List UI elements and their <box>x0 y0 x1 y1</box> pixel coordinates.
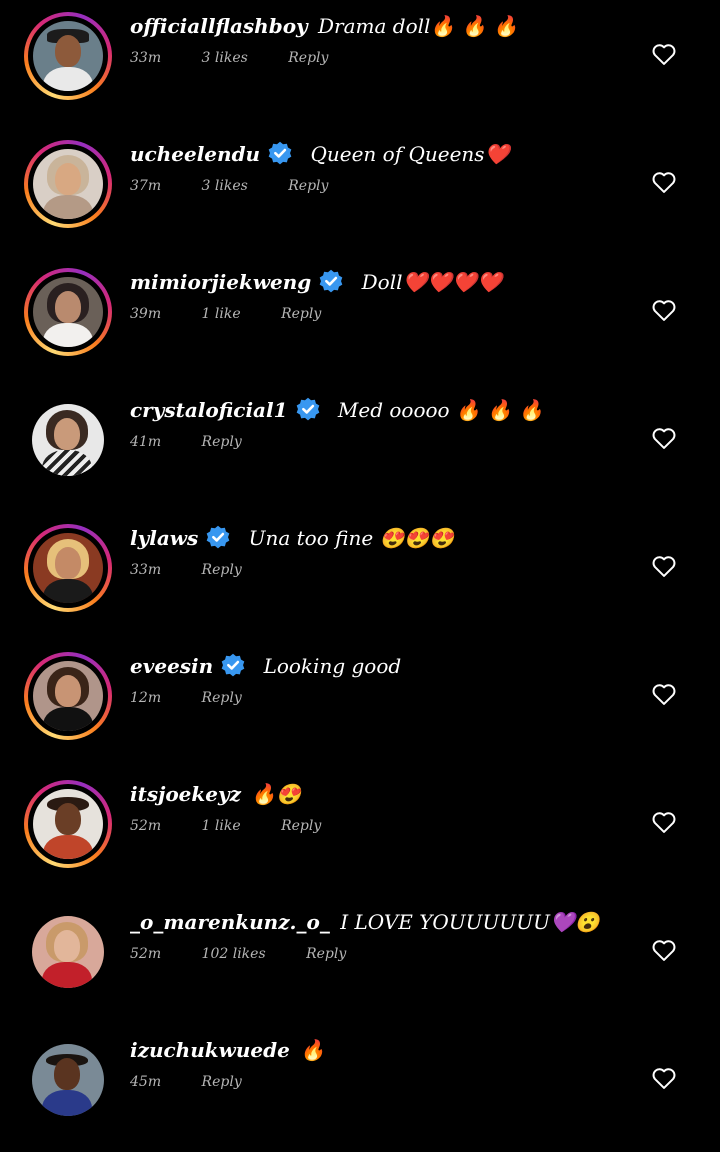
username[interactable]: lylaws <box>130 526 198 550</box>
comment-text: 🔥😍 <box>251 782 302 806</box>
avatar[interactable] <box>24 12 112 100</box>
comment-time: 52m <box>130 818 162 834</box>
comment-item: izuchukwuede 🔥 45m Reply <box>0 1024 720 1152</box>
avatar-woman-red-icon <box>32 916 104 988</box>
comment-time: 37m <box>130 178 162 194</box>
comment-item: officiallflashboy Drama doll🔥 🔥 🔥 33m 3 … <box>0 0 720 128</box>
verified-badge-icon <box>221 653 245 676</box>
comment-time: 45m <box>130 1074 162 1090</box>
comment-time: 41m <box>130 434 162 450</box>
comment-item: lylaws Una too fine 😍😍😍 33m Reply <box>0 512 720 640</box>
avatar[interactable] <box>24 652 112 740</box>
comment-text: Drama doll🔥 🔥 🔥 <box>318 14 518 38</box>
verified-badge-icon <box>296 397 319 420</box>
comment-time: 39m <box>130 306 162 322</box>
comment-item: itsjoekeyz 🔥😍 52m 1 like Reply <box>0 768 720 896</box>
comment-text: Med ooooo 🔥 🔥 🔥 <box>337 398 544 422</box>
username[interactable]: mimiorjiekweng <box>130 270 311 294</box>
verified-badge-icon <box>319 269 343 292</box>
reply-button[interactable]: Reply <box>288 178 328 194</box>
avatar[interactable] <box>24 908 112 996</box>
avatar[interactable] <box>24 396 112 484</box>
avatar[interactable] <box>24 780 112 868</box>
reply-button[interactable]: Reply <box>202 690 242 706</box>
heart-icon[interactable] <box>650 1064 678 1092</box>
heart-icon[interactable] <box>650 936 678 964</box>
comment-time: 33m <box>130 562 162 578</box>
comment-item: crystaloficial1 Med ooooo 🔥 🔥 🔥 41m Repl… <box>0 384 720 512</box>
username[interactable]: officiallflashboy <box>130 14 308 38</box>
verified-badge-icon <box>206 525 230 548</box>
avatar-man-pointing-icon <box>33 789 103 859</box>
heart-icon[interactable] <box>650 296 678 324</box>
comment-text: I LOVE YOUUUUUU💜😮 <box>340 910 600 934</box>
comment-text: Una too fine 😍😍😍 <box>248 526 455 550</box>
avatar-woman-striped-icon <box>32 404 104 476</box>
avatar-woman-blonde-icon <box>33 149 103 219</box>
comment-time: 52m <box>130 946 162 962</box>
heart-icon[interactable] <box>650 680 678 708</box>
avatar-woman-white-dress-icon <box>33 277 103 347</box>
likes-count[interactable]: 3 likes <box>202 178 248 194</box>
heart-icon[interactable] <box>650 168 678 196</box>
heart-icon[interactable] <box>650 40 678 68</box>
verified-badge-icon <box>268 141 292 164</box>
likes-count[interactable]: 102 likes <box>202 946 266 962</box>
comment-text: Queen of Queens❤️ <box>310 142 510 166</box>
username[interactable]: crystaloficial1 <box>130 398 288 422</box>
avatar[interactable] <box>24 268 112 356</box>
comment-text: Looking good <box>263 654 402 678</box>
avatar-man-cap-icon <box>33 21 103 91</box>
username[interactable]: _o_marenkunz._o_ <box>130 910 330 934</box>
reply-button[interactable]: Reply <box>281 818 321 834</box>
comment-text: 🔥 <box>300 1038 326 1062</box>
comment-text: Doll❤️❤️❤️❤️ <box>361 270 503 294</box>
username[interactable]: eveesin <box>130 654 213 678</box>
avatar[interactable] <box>24 140 112 228</box>
comment-item: _o_marenkunz._o_ I LOVE YOUUUUUU💜😮 52m 1… <box>0 896 720 1024</box>
comment-item: eveesin Looking good 12m Reply <box>0 640 720 768</box>
reply-button[interactable]: Reply <box>281 306 321 322</box>
reply-button[interactable]: Reply <box>306 946 346 962</box>
comment-item: ucheelendu Queen of Queens❤️ 37m 3 likes… <box>0 128 720 256</box>
comment-time: 12m <box>130 690 162 706</box>
username[interactable]: ucheelendu <box>130 142 260 166</box>
likes-count[interactable]: 1 like <box>202 818 241 834</box>
avatar-man-selfie-icon <box>32 1044 104 1116</box>
avatar[interactable] <box>24 524 112 612</box>
avatar[interactable] <box>24 1036 112 1124</box>
username[interactable]: izuchukwuede <box>130 1038 290 1062</box>
reply-button[interactable]: Reply <box>202 1074 242 1090</box>
heart-icon[interactable] <box>650 808 678 836</box>
avatar-woman-gold-icon <box>33 533 103 603</box>
username[interactable]: itsjoekeyz <box>130 782 241 806</box>
avatar-woman-black-dress-icon <box>33 661 103 731</box>
reply-button[interactable]: Reply <box>202 562 242 578</box>
comment-item: mimiorjiekweng Doll❤️❤️❤️❤️ 39m 1 like R… <box>0 256 720 384</box>
reply-button[interactable]: Reply <box>288 50 328 66</box>
heart-icon[interactable] <box>650 424 678 452</box>
reply-button[interactable]: Reply <box>202 434 242 450</box>
heart-icon[interactable] <box>650 552 678 580</box>
likes-count[interactable]: 1 like <box>202 306 241 322</box>
likes-count[interactable]: 3 likes <box>202 50 248 66</box>
comment-time: 33m <box>130 50 162 66</box>
